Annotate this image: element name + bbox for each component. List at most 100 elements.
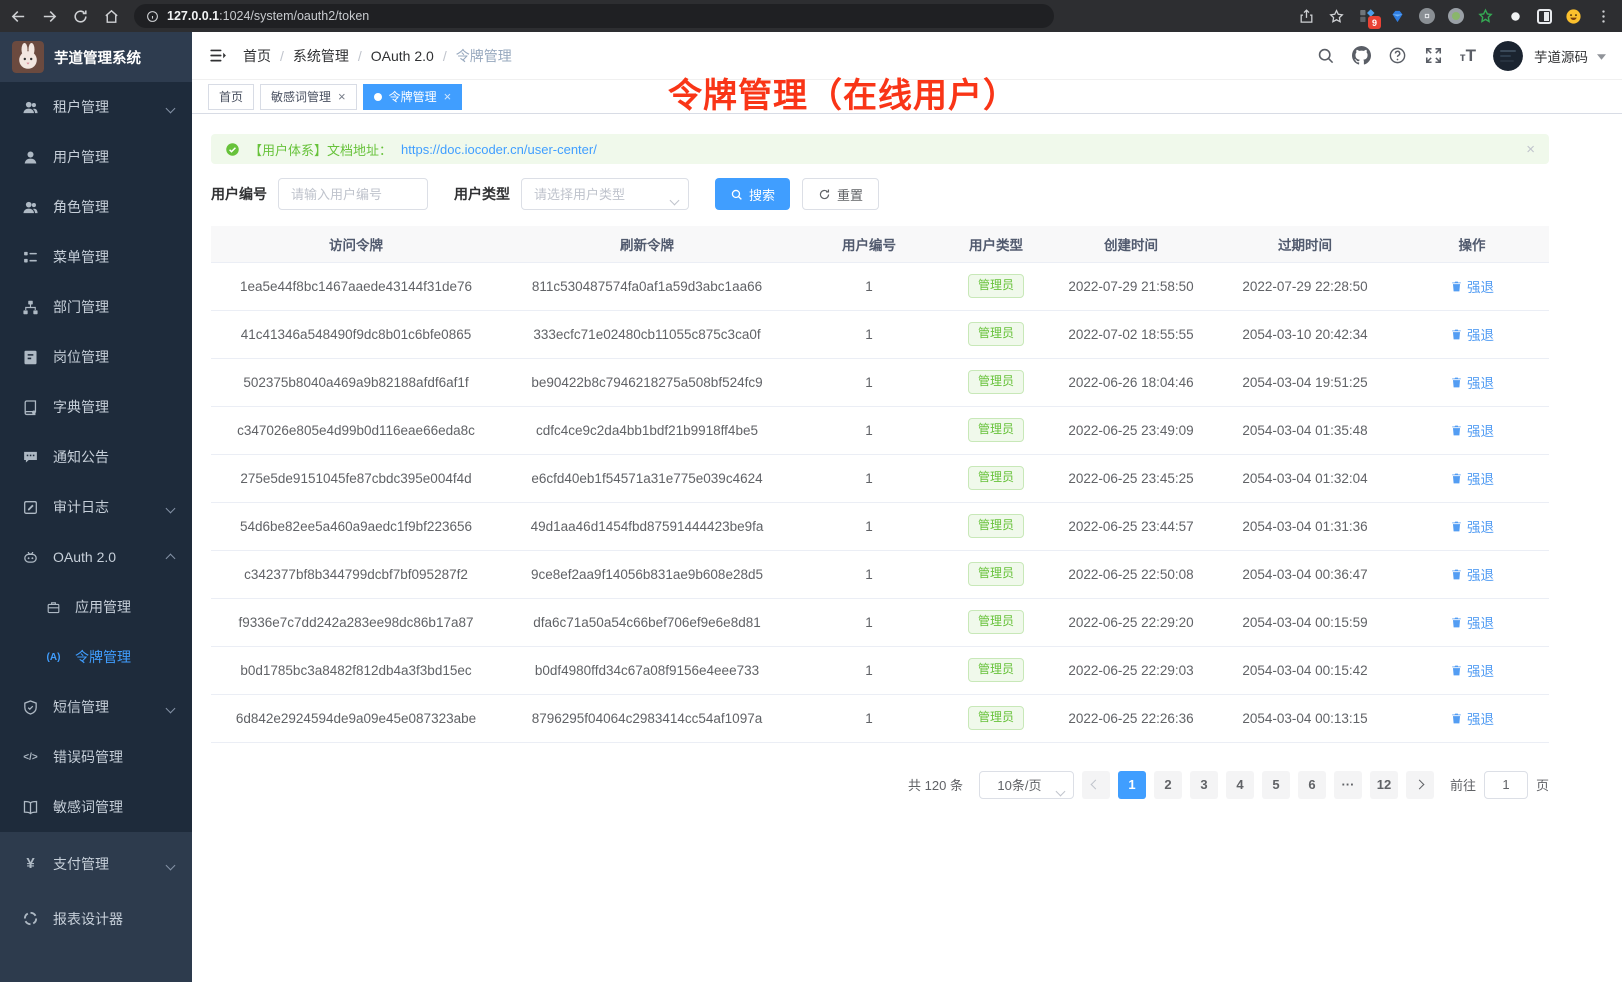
- created-cell: 2022-06-25 22:26:36: [1047, 694, 1215, 742]
- chevron-up-icon: [167, 549, 174, 565]
- force-logout-button[interactable]: 强退: [1450, 612, 1494, 632]
- back-icon[interactable]: [10, 8, 27, 25]
- sidebar-item-role[interactable]: 角色管理: [0, 182, 192, 232]
- fullscreen-icon[interactable]: [1424, 46, 1443, 65]
- username[interactable]: 芋道源码: [1534, 46, 1588, 66]
- access-token-cell: 54d6be82ee5a460a9aedc1f9bf223656: [211, 502, 501, 550]
- search-button[interactable]: 搜索: [715, 178, 790, 210]
- page-button-4[interactable]: 4: [1226, 771, 1254, 799]
- force-logout-button[interactable]: 强退: [1450, 324, 1494, 344]
- page-button-12[interactable]: 12: [1370, 771, 1398, 799]
- user-id-input[interactable]: [278, 178, 428, 210]
- green-star-extension-icon[interactable]: [1477, 8, 1494, 25]
- sidebar-item-tenant[interactable]: 租户管理: [0, 82, 192, 132]
- sidebar-item-label: 部门管理: [53, 297, 109, 317]
- tab-0[interactable]: 首页: [208, 84, 254, 110]
- collapse-sidebar-icon[interactable]: [208, 46, 227, 65]
- actions-cell: 强退: [1395, 694, 1549, 742]
- chevron-down-icon: [167, 499, 174, 515]
- search-icon[interactable]: [1316, 46, 1335, 65]
- next-page-button[interactable]: [1406, 771, 1434, 799]
- sidebar-item-oauth2-app[interactable]: 应用管理: [0, 582, 192, 632]
- page-button-3[interactable]: 3: [1190, 771, 1218, 799]
- sidebar-item-audit[interactable]: 审计日志: [0, 482, 192, 532]
- goto-page-input[interactable]: [1484, 771, 1528, 799]
- tab-close-icon[interactable]: ×: [338, 90, 346, 103]
- sidebar-item-notice[interactable]: 通知公告: [0, 432, 192, 482]
- share-icon[interactable]: [1298, 8, 1315, 25]
- force-logout-button[interactable]: 强退: [1450, 660, 1494, 680]
- chat-icon: [22, 449, 39, 466]
- app-logo-row[interactable]: 芋道管理系统: [0, 32, 192, 82]
- tab-close-icon[interactable]: ×: [444, 90, 452, 103]
- command-extension-icon[interactable]: [1419, 8, 1435, 24]
- alert-close-icon[interactable]: ×: [1526, 141, 1535, 158]
- sidebar-item-label: 应用管理: [75, 597, 131, 617]
- trash-icon: [1450, 376, 1463, 389]
- sidebar-item-sms[interactable]: 短信管理: [0, 682, 192, 732]
- site-info-icon[interactable]: [146, 10, 159, 23]
- address-bar[interactable]: 127.0.0.1:1024/system/oauth2/token: [134, 4, 1054, 28]
- column-header: 访问令牌: [211, 226, 501, 262]
- force-logout-button[interactable]: 强退: [1450, 276, 1494, 296]
- user-id-cell: 1: [793, 646, 945, 694]
- white-star-extension-icon[interactable]: [1507, 8, 1524, 25]
- sidebar-item-sensitive[interactable]: 敏感词管理: [0, 782, 192, 832]
- page-size-select[interactable]: 10条/页: [979, 771, 1074, 799]
- split-screen-icon[interactable]: [1537, 9, 1552, 24]
- force-logout-label: 强退: [1467, 468, 1494, 488]
- breadcrumb-system[interactable]: 系统管理: [293, 46, 349, 66]
- sidebar-item-post[interactable]: 岗位管理: [0, 332, 192, 382]
- page-button-5[interactable]: 5: [1262, 771, 1290, 799]
- created-cell: 2022-06-25 22:29:20: [1047, 598, 1215, 646]
- sidebar-item-dict[interactable]: 字典管理: [0, 382, 192, 432]
- font-size-icon[interactable]: тT: [1460, 46, 1476, 66]
- breadcrumb: 首页 / 系统管理 / OAuth 2.0 / 令牌管理: [243, 46, 512, 66]
- refresh-token-cell: 9ce8ef2aa9f14056b831ae9b608e28d5: [501, 550, 793, 598]
- reload-icon[interactable]: [72, 8, 89, 25]
- bookmark-star-icon[interactable]: [1328, 8, 1345, 25]
- user-caret-icon[interactable]: [1597, 47, 1606, 65]
- expires-cell: 2054-03-04 00:36:47: [1215, 550, 1395, 598]
- home-icon[interactable]: [103, 8, 120, 25]
- avatar[interactable]: [1493, 41, 1523, 71]
- breadcrumb-home[interactable]: 首页: [243, 46, 271, 66]
- force-logout-button[interactable]: 强退: [1450, 372, 1494, 392]
- column-header: 用户类型: [945, 226, 1047, 262]
- pager-ellipsis[interactable]: ···: [1334, 771, 1362, 799]
- trash-icon: [1450, 664, 1463, 677]
- sidebar-item-oauth2[interactable]: OAuth 2.0: [0, 532, 192, 582]
- reset-button[interactable]: 重置: [802, 178, 879, 210]
- tab-1[interactable]: 敏感词管理×: [260, 84, 357, 110]
- sidebar-item-pay[interactable]: ¥支付管理: [0, 836, 192, 891]
- page-button-1[interactable]: 1: [1118, 771, 1146, 799]
- sidebar-item-oauth2-token[interactable]: (A)令牌管理: [0, 632, 192, 682]
- page-button-2[interactable]: 2: [1154, 771, 1182, 799]
- user-type-select[interactable]: [521, 178, 689, 210]
- tab-active-2[interactable]: 令牌管理×: [363, 84, 463, 110]
- force-logout-button[interactable]: 强退: [1450, 564, 1494, 584]
- gem-extension-icon[interactable]: [1389, 8, 1406, 25]
- force-logout-button[interactable]: 强退: [1450, 516, 1494, 536]
- user-type-badge: 管理员: [968, 610, 1024, 634]
- browser-menu-icon[interactable]: [1595, 8, 1612, 25]
- help-icon[interactable]: [1388, 46, 1407, 65]
- sidebar-item-menu[interactable]: 菜单管理: [0, 232, 192, 282]
- force-logout-button[interactable]: 强退: [1450, 468, 1494, 488]
- forward-icon[interactable]: [41, 8, 58, 25]
- prev-page-button[interactable]: [1082, 771, 1110, 799]
- sidebar-item-report[interactable]: 报表设计器: [0, 891, 192, 946]
- sidebar-item-dept[interactable]: 部门管理: [0, 282, 192, 332]
- sidebar-item-errcode[interactable]: </>错误码管理: [0, 732, 192, 782]
- github-icon[interactable]: [1352, 46, 1371, 65]
- force-logout-button[interactable]: 强退: [1450, 708, 1494, 728]
- profile-emoji-icon[interactable]: [1565, 8, 1582, 25]
- page-button-6[interactable]: 6: [1298, 771, 1326, 799]
- record-extension-icon[interactable]: [1448, 8, 1464, 24]
- sidebar: 芋道管理系统 租户管理用户管理角色管理菜单管理部门管理岗位管理字典管理通知公告审…: [0, 32, 192, 982]
- extension-tag-icon[interactable]: 9: [1358, 7, 1376, 25]
- force-logout-button[interactable]: 强退: [1450, 420, 1494, 440]
- doc-link[interactable]: https://doc.iocoder.cn/user-center/: [401, 142, 597, 157]
- yen-icon: ¥: [22, 855, 39, 872]
- sidebar-item-user[interactable]: 用户管理: [0, 132, 192, 182]
